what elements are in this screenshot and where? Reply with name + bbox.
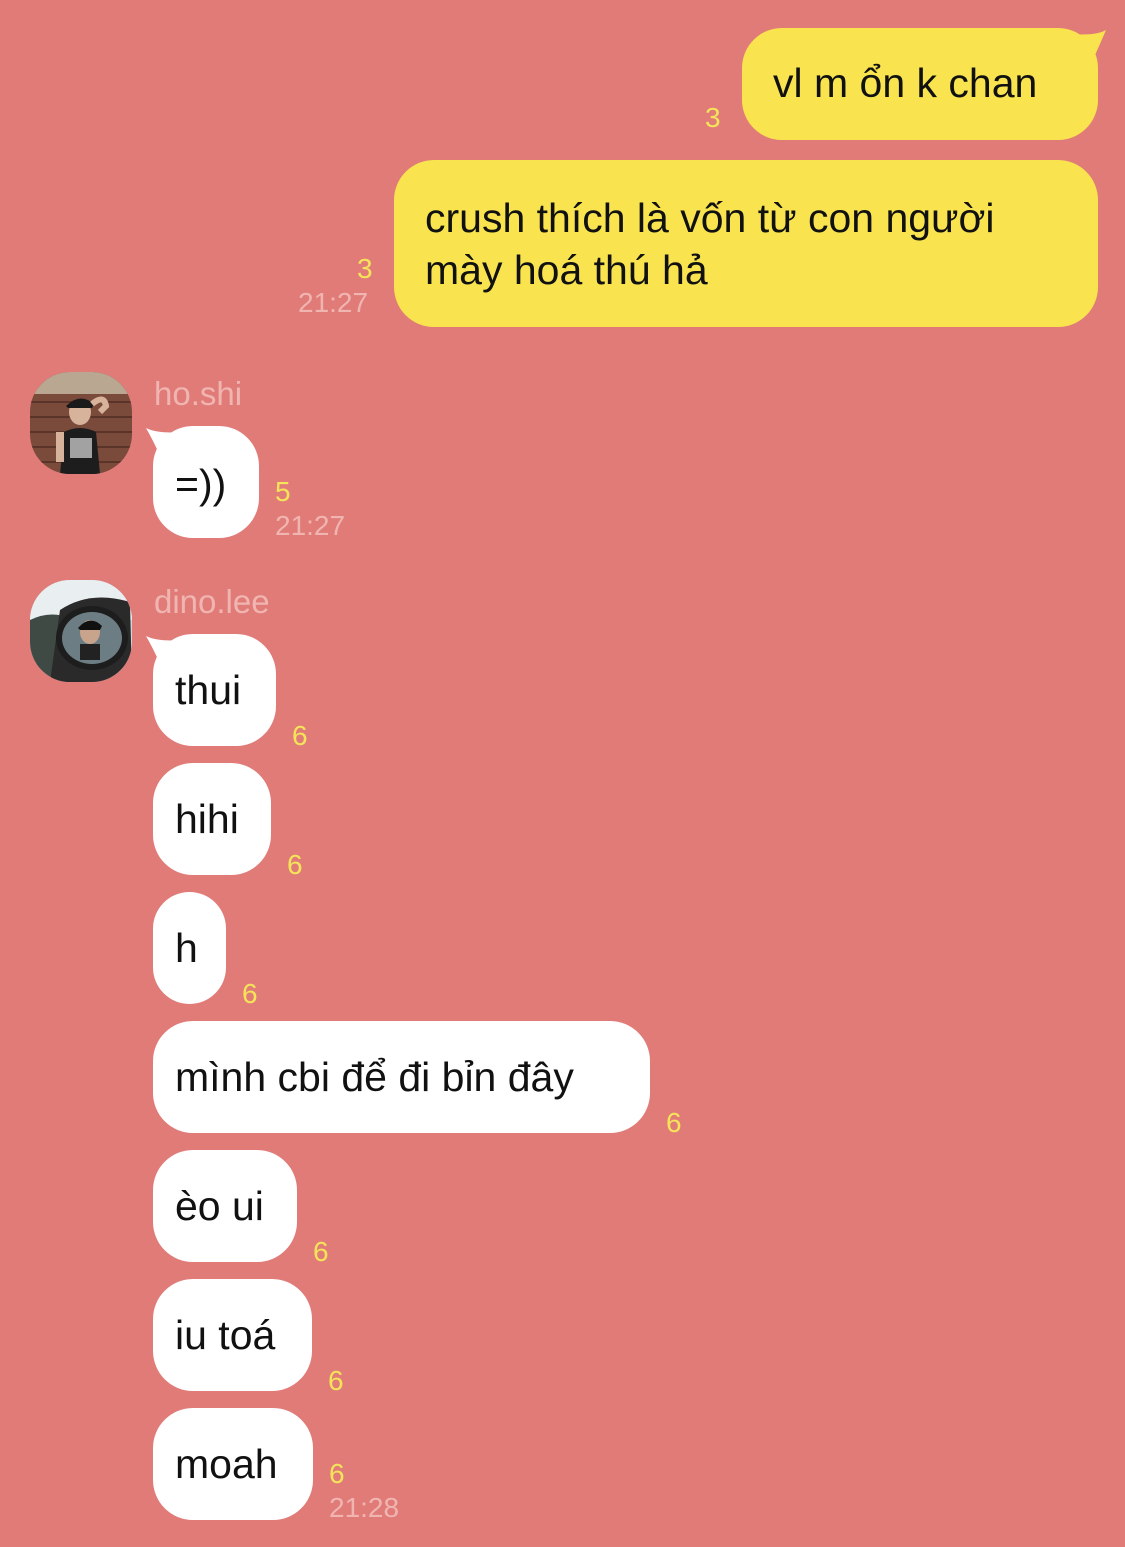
message-text: vl m ổn k chan [773, 60, 1038, 106]
message-text: =)) [175, 461, 227, 507]
chat-thread[interactable]: vl m ổn k chan 3 crush thích là vốn từ c… [0, 0, 1125, 1547]
message-bubble-incoming[interactable]: =)) [153, 426, 259, 538]
unread-count: 6 [313, 1236, 329, 1267]
unread-count: 6 [328, 1365, 344, 1396]
unread-count: 6 [666, 1107, 682, 1138]
unread-count: 3 [705, 102, 721, 133]
message-bubble-incoming[interactable]: mình cbi để đi bỉn đây [153, 1021, 650, 1133]
avatar[interactable] [30, 372, 132, 474]
message-text: crush thích là vốn từ con người mày hoá … [425, 195, 995, 293]
message-text: mình cbi để đi bỉn đây [175, 1054, 574, 1100]
unread-count: 6 [287, 849, 303, 880]
message-text: hihi [175, 796, 239, 842]
message-bubble-incoming[interactable]: thui [153, 634, 276, 746]
unread-count: 6 [242, 978, 258, 1009]
message-bubble-outgoing[interactable]: crush thích là vốn từ con người mày hoá … [394, 160, 1098, 327]
message-bubble-incoming[interactable]: èo ui [153, 1150, 297, 1262]
message-text: moah [175, 1441, 278, 1487]
profile-photo-icon [30, 372, 132, 474]
avatar[interactable] [30, 580, 132, 682]
unread-count: 6 [292, 720, 308, 751]
sender-name: dino.lee [154, 583, 270, 620]
sender-name: ho.shi [154, 375, 243, 412]
unread-count: 3 [357, 253, 373, 284]
message-bubble-outgoing[interactable]: vl m ổn k chan [742, 28, 1098, 140]
profile-photo-icon [30, 580, 132, 682]
message-bubble-incoming[interactable]: hihi [153, 763, 271, 875]
message-text: thui [175, 667, 242, 713]
message-bubble-incoming[interactable]: h [153, 892, 226, 1004]
unread-count: 6 [329, 1458, 345, 1489]
unread-count: 5 [275, 476, 291, 507]
message-bubble-incoming[interactable]: moah [153, 1408, 313, 1520]
message-timestamp: 21:28 [329, 1492, 400, 1523]
message-timestamp: 21:27 [275, 510, 346, 541]
message-text: h [175, 925, 198, 971]
message-text: èo ui [175, 1183, 264, 1229]
message-text: iu toá [175, 1312, 276, 1358]
message-timestamp: 21:27 [298, 287, 369, 318]
message-bubble-incoming[interactable]: iu toá [153, 1279, 312, 1391]
